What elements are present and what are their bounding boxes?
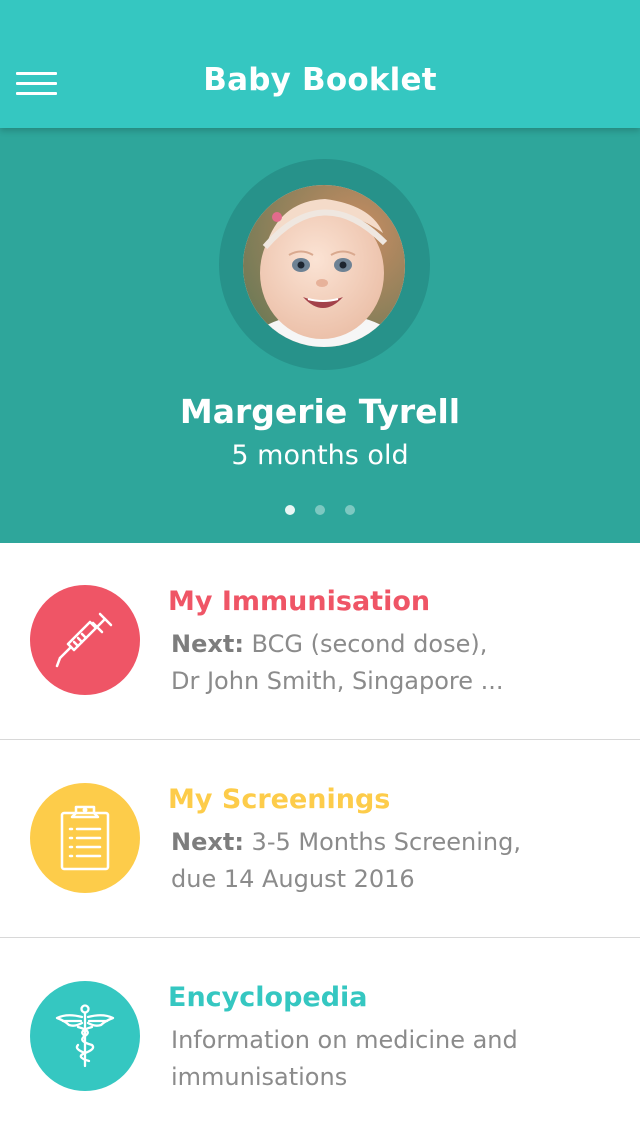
page-dot-1[interactable] (285, 505, 295, 515)
screenings-card[interactable]: My Screenings Next: 3-5 Months Screening… (0, 741, 640, 938)
profile-age: 5 months old (231, 440, 409, 471)
avatar-ring (219, 159, 430, 370)
caduceus-icon (30, 981, 140, 1091)
immunisation-card[interactable]: My Immunisation Next: BCG (second dose),… (0, 543, 640, 740)
page-dot-2[interactable] (315, 505, 325, 515)
encyclopedia-card[interactable]: Encyclopedia Information on medicine and… (0, 939, 640, 1136)
card-title: My Screenings (168, 784, 391, 815)
page-indicator[interactable] (0, 505, 640, 515)
card-title: Encyclopedia (168, 982, 368, 1013)
card-detail-line-1: Next: 3-5 Months Screening, (171, 828, 521, 856)
card-detail-line-1: Information on medicine and (171, 1026, 518, 1054)
card-detail-line-1: Next: BCG (second dose), (171, 630, 488, 658)
page-dot-3[interactable] (345, 505, 355, 515)
clipboard-icon (30, 783, 140, 893)
app-title: Baby Booklet (203, 62, 437, 98)
card-detail-line-2: due 14 August 2016 (171, 865, 415, 893)
card-detail-line-2: immunisations (171, 1063, 348, 1091)
card-title: My Immunisation (168, 586, 431, 617)
avatar[interactable] (243, 185, 405, 347)
profile-hero[interactable]: Margerie Tyrell 5 months old (0, 128, 640, 543)
app-header: Baby Booklet (0, 0, 640, 128)
profile-name: Margerie Tyrell (179, 392, 461, 431)
syringe-icon (30, 585, 140, 695)
card-detail-line-2: Dr John Smith, Singapore ... (171, 667, 504, 695)
baby-photo (243, 185, 405, 347)
